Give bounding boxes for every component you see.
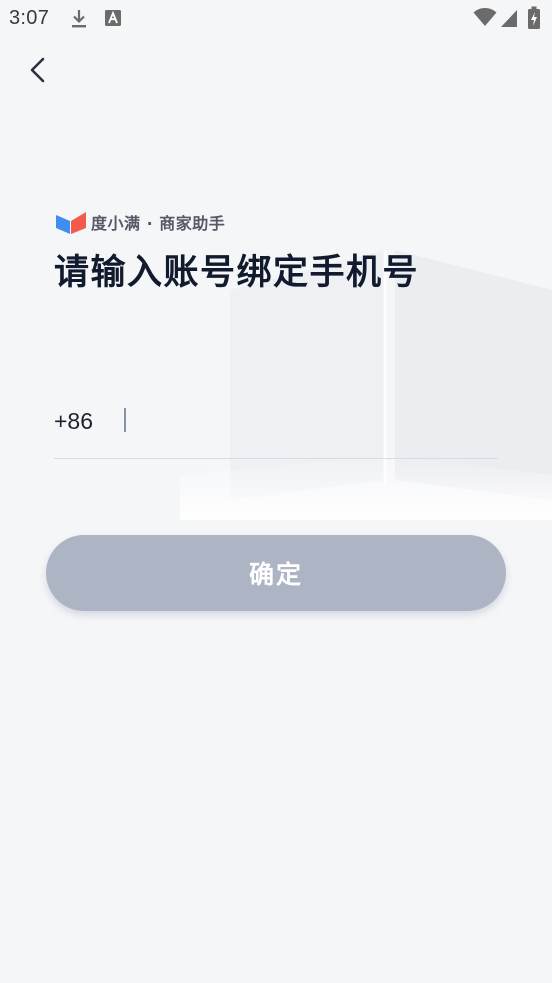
brand-name: 度小满 · 商家助手 [91,214,226,233]
battery-charging-icon [528,6,540,29]
status-time: 3:07 [9,7,50,29]
text-cursor [124,408,126,432]
download-icon [72,10,86,28]
duxiaoman-logo-icon [56,212,86,234]
brand: 度小满 · 商家助手 [56,210,225,234]
text-a-icon [105,10,121,26]
confirm-button[interactable]: 确定 [46,535,506,611]
country-code[interactable]: +86 [54,408,93,435]
page-title: 请输入账号绑定手机号 [54,253,420,293]
phone-input-row: +86 [54,398,498,459]
back-button[interactable] [22,52,56,88]
status-bar: 3:07 [0,0,552,36]
chevron-left-icon [30,57,45,83]
wifi-icon [473,8,497,26]
phone-number-input[interactable] [122,404,492,438]
cellular-signal-icon [501,10,517,27]
